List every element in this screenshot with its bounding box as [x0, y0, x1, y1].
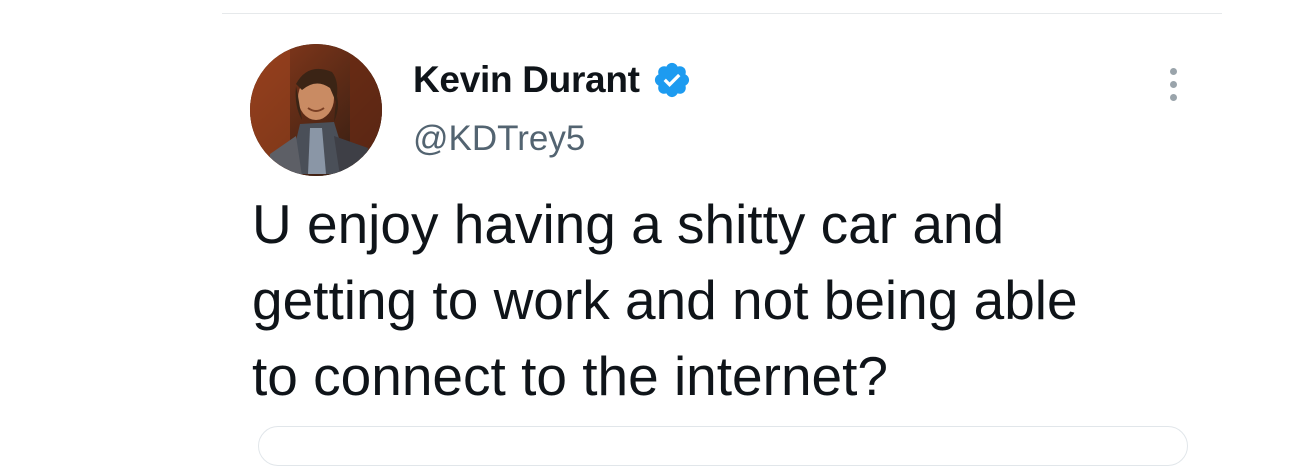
author-handle[interactable]: @KDTrey5 [413, 119, 585, 159]
tweet-text: U enjoy having a shitty car and getting … [252, 186, 1252, 414]
avatar[interactable] [250, 44, 382, 176]
more-options-button[interactable] [1158, 62, 1188, 106]
author-display-name[interactable]: Kevin Durant [413, 59, 640, 101]
tweet-text-line: U enjoy having a shitty car and [252, 193, 1005, 255]
more-vertical-icon-dot [1169, 93, 1177, 101]
more-vertical-icon [1169, 67, 1177, 75]
author-name-row[interactable]: Kevin Durant [413, 56, 692, 104]
profile-avatar-image [250, 44, 382, 176]
tweet-text-line: getting to work and not being able [252, 269, 1078, 331]
quoted-card-edge[interactable] [258, 426, 1188, 466]
more-vertical-icon-dot [1169, 80, 1177, 88]
verified-badge-icon [652, 60, 692, 100]
top-divider [222, 13, 1222, 14]
tweet-text-line: to connect to the internet? [252, 345, 888, 407]
